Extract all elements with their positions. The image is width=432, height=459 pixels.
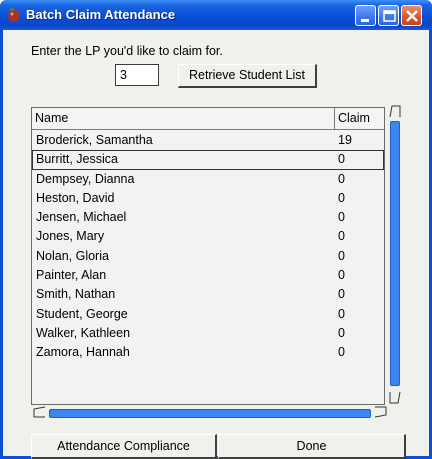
claim-cell: 0 [338, 210, 345, 225]
table-row[interactable]: Nolan, Gloria 0 [32, 247, 384, 266]
vertical-scrollbar[interactable] [387, 103, 403, 406]
lp-input[interactable]: 3 [115, 64, 159, 86]
student-name-cell: Jones, Mary [36, 229, 105, 244]
student-name-cell: Heston, David [36, 190, 115, 205]
horizontal-scroll-thumb[interactable] [49, 409, 371, 418]
claim-cell: 0 [338, 287, 345, 302]
table-row[interactable]: Heston, David 0 [32, 189, 384, 208]
student-name-cell: Jensen, Michael [36, 210, 127, 225]
table-row[interactable]: Broderick, Samantha 19 [32, 131, 384, 150]
table-rows: Broderick, Samantha 19 Burritt, Jessica 0 De… [32, 131, 384, 363]
horizontal-scrollbar[interactable] [31, 405, 389, 421]
claim-cell: 0 [338, 268, 345, 283]
close-button[interactable] [401, 5, 422, 26]
student-name-cell: Burritt, Jessica [36, 152, 118, 167]
minimize-icon [361, 19, 369, 22]
lp-prompt-label: Enter the LP you'd like to claim for. [31, 44, 223, 58]
claim-cell: 0 [338, 152, 345, 167]
done-button[interactable]: Done [218, 434, 406, 459]
table-row[interactable]: Painter, Alan 0 [32, 266, 384, 285]
student-name-cell: Smith, Nathan [36, 287, 116, 302]
claim-cell: 0 [338, 306, 345, 321]
maximize-button[interactable] [378, 5, 399, 26]
student-table: Name Claim Broderick, Samantha 19 Burritt,… [31, 107, 385, 405]
table-row[interactable]: Walker, Kathleen 0 [32, 324, 384, 343]
claim-cell: 0 [338, 345, 345, 360]
table-row[interactable]: Jones, Mary 0 [32, 227, 384, 246]
column-header-claim[interactable]: Claim [338, 111, 370, 125]
window-title: Batch Claim Attendance [26, 7, 176, 22]
retrieve-student-list-button[interactable]: Retrieve Student List [178, 64, 317, 88]
title-bar[interactable]: Batch Claim Attendance [0, 0, 432, 30]
table-row[interactable]: Jensen, Michael 0 [32, 208, 384, 227]
claim-cell: 0 [338, 325, 345, 340]
table-row[interactable]: Student, George 0 [32, 305, 384, 324]
close-icon [406, 10, 418, 22]
minimize-button[interactable] [355, 5, 376, 26]
attendance-compliance-button[interactable]: Attendance Compliance [31, 434, 217, 459]
column-header-name[interactable]: Name [35, 111, 68, 125]
student-name-cell: Walker, Kathleen [36, 325, 131, 340]
claim-cell: 0 [338, 229, 345, 244]
student-name-cell: Nolan, Gloria [36, 248, 109, 263]
table-row[interactable]: Burritt, Jessica 0 [32, 150, 384, 170]
app-icon [6, 7, 22, 23]
table-row[interactable]: Zamora, Hannah 0 [32, 343, 384, 362]
student-name-cell: Zamora, Hannah [36, 345, 130, 360]
maximize-icon [383, 10, 396, 22]
student-name-cell: Student, George [36, 306, 128, 321]
student-name-cell: Painter, Alan [36, 268, 107, 283]
table-row[interactable]: Dempsey, Dianna 0 [32, 170, 384, 189]
table-header: Name Claim [32, 108, 384, 130]
column-divider [334, 108, 335, 130]
student-name-cell: Broderick, Samantha [36, 133, 153, 147]
table-row[interactable]: Smith, Nathan 0 [32, 285, 384, 304]
claim-cell: 0 [338, 248, 345, 263]
vertical-scroll-thumb[interactable] [390, 121, 400, 386]
student-name-cell: Dempsey, Dianna [36, 171, 135, 186]
claim-cell: 19 [338, 133, 352, 147]
claim-cell: 0 [338, 190, 345, 205]
claim-cell: 0 [338, 171, 345, 186]
